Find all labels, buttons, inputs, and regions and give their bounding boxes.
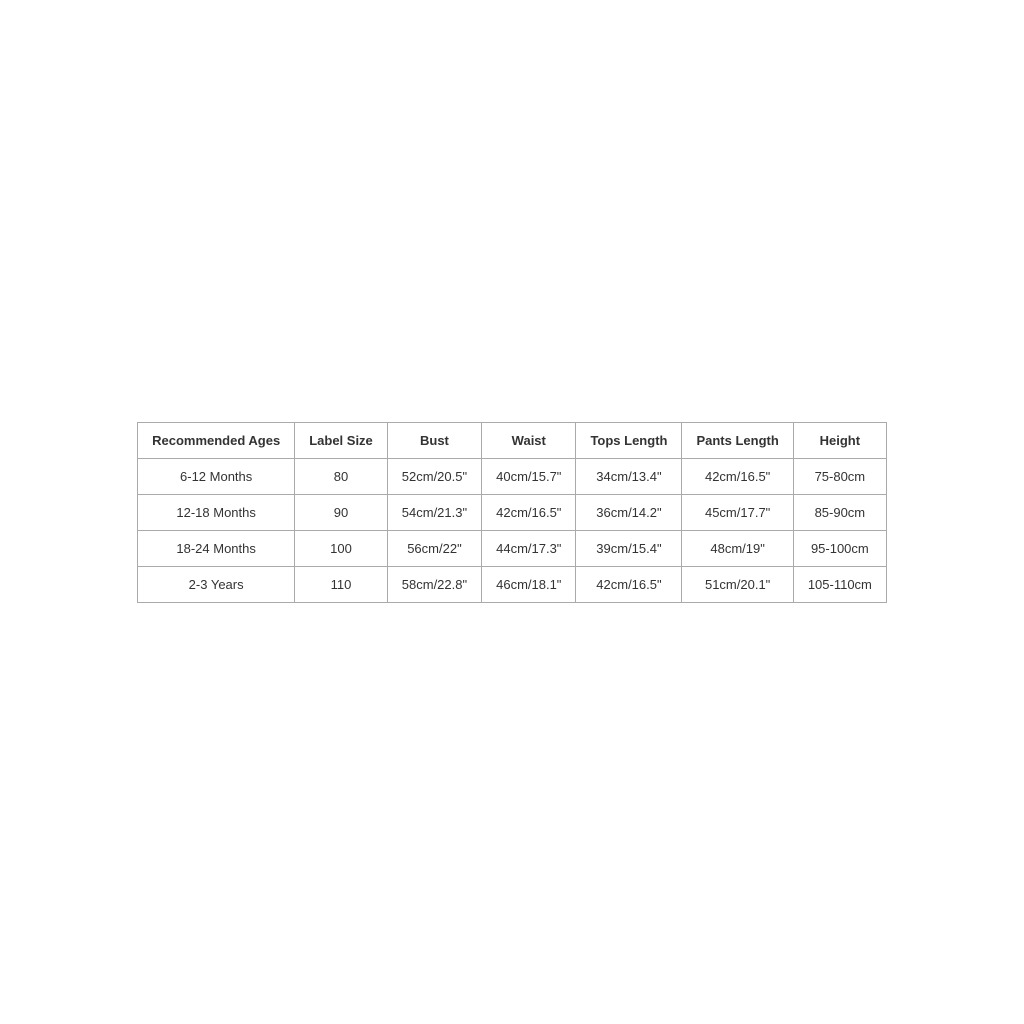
header-height: Height [793,422,886,458]
cell-pants-length: 51cm/20.1" [682,566,793,602]
cell-tops-length: 39cm/15.4" [576,530,682,566]
cell-bust: 58cm/22.8" [387,566,481,602]
cell-bust: 54cm/21.3" [387,494,481,530]
cell-waist: 40cm/15.7" [482,458,576,494]
cell-recommended-ages: 2-3 Years [138,566,295,602]
header-pants-length: Pants Length [682,422,793,458]
cell-bust: 52cm/20.5" [387,458,481,494]
table-header-row: Recommended Ages Label Size Bust Waist T… [138,422,887,458]
cell-label-size: 80 [295,458,388,494]
header-bust: Bust [387,422,481,458]
header-waist: Waist [482,422,576,458]
cell-height: 75-80cm [793,458,886,494]
cell-waist: 42cm/16.5" [482,494,576,530]
cell-bust: 56cm/22" [387,530,481,566]
cell-label-size: 110 [295,566,388,602]
table-row: 2-3 Years11058cm/22.8"46cm/18.1"42cm/16.… [138,566,887,602]
cell-pants-length: 48cm/19" [682,530,793,566]
cell-tops-length: 42cm/16.5" [576,566,682,602]
header-tops-length: Tops Length [576,422,682,458]
cell-waist: 46cm/18.1" [482,566,576,602]
cell-height: 105-110cm [793,566,886,602]
cell-recommended-ages: 18-24 Months [138,530,295,566]
cell-tops-length: 36cm/14.2" [576,494,682,530]
cell-recommended-ages: 6-12 Months [138,458,295,494]
cell-label-size: 90 [295,494,388,530]
size-chart-table: Recommended Ages Label Size Bust Waist T… [137,422,887,603]
cell-recommended-ages: 12-18 Months [138,494,295,530]
table-row: 6-12 Months8052cm/20.5"40cm/15.7"34cm/13… [138,458,887,494]
cell-pants-length: 45cm/17.7" [682,494,793,530]
cell-pants-length: 42cm/16.5" [682,458,793,494]
cell-waist: 44cm/17.3" [482,530,576,566]
table-row: 18-24 Months10056cm/22"44cm/17.3"39cm/15… [138,530,887,566]
cell-tops-length: 34cm/13.4" [576,458,682,494]
cell-label-size: 100 [295,530,388,566]
cell-height: 85-90cm [793,494,886,530]
size-chart-container: Recommended Ages Label Size Bust Waist T… [137,422,887,603]
header-recommended-ages: Recommended Ages [138,422,295,458]
table-row: 12-18 Months9054cm/21.3"42cm/16.5"36cm/1… [138,494,887,530]
header-label-size: Label Size [295,422,388,458]
cell-height: 95-100cm [793,530,886,566]
